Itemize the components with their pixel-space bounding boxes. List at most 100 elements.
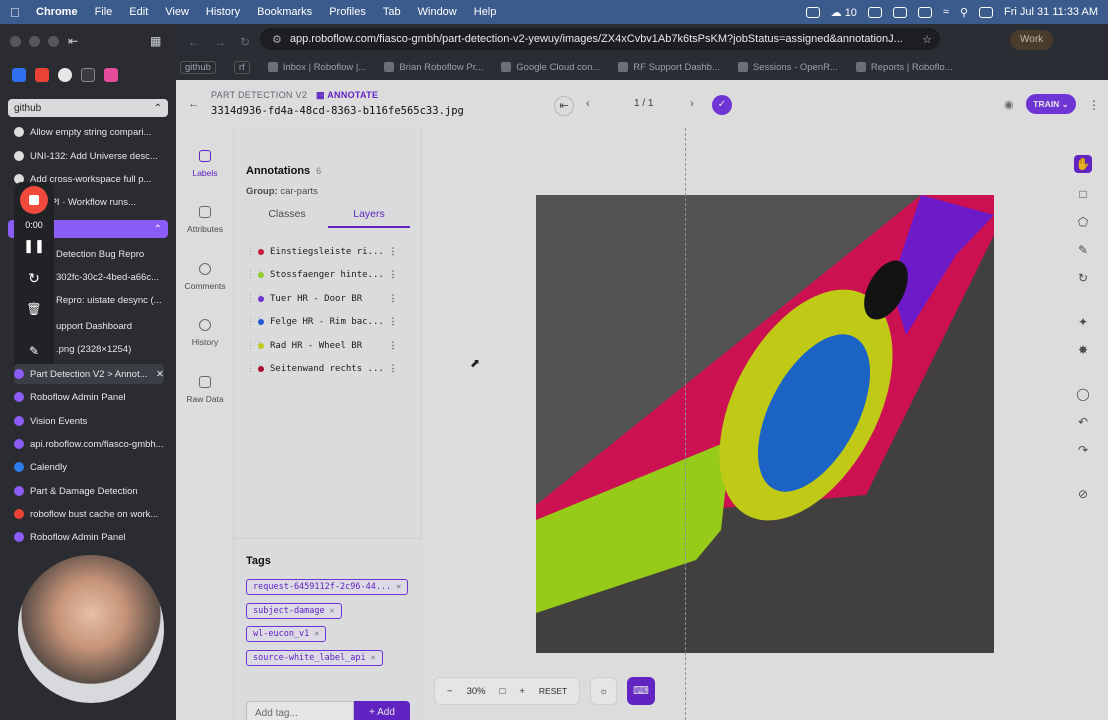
minimize-window-button[interactable] [29, 36, 40, 47]
drag-handle-icon[interactable]: ⋮⋮ [246, 364, 264, 374]
tag-chip[interactable]: request-6459112f-2c96-44... ✕ [246, 579, 409, 595]
menu-tab[interactable]: Tab [383, 6, 401, 18]
breadcrumb-project[interactable]: PART DETECTION V2 [211, 90, 307, 100]
wifi-icon[interactable]: ≈ [943, 6, 949, 18]
menu-app[interactable]: Chrome [36, 6, 78, 18]
rail-raw-data[interactable]: Raw Data [176, 376, 234, 404]
magic-wand-icon[interactable]: ✸ [1074, 341, 1092, 359]
annotation-menu-icon[interactable]: ⋮ [386, 247, 400, 257]
pan-hand-icon[interactable]: ✋ [1074, 155, 1092, 173]
bounding-box-icon[interactable]: □ [1074, 185, 1092, 203]
remove-tag-icon[interactable]: ✕ [314, 629, 319, 639]
tab[interactable]: UNI-132: Add Universe desc... [14, 146, 164, 166]
drag-handle-icon[interactable]: ⋮⋮ [246, 317, 264, 327]
annotation-canvas[interactable]: ⬈ − 30% □ + RESET ☼ ⌨ [422, 128, 1060, 720]
tab[interactable]: Allow empty string compari... [14, 122, 164, 142]
screen-icon[interactable] [805, 6, 820, 18]
menu-help[interactable]: Help [474, 6, 497, 18]
gmail-icon[interactable] [35, 68, 49, 82]
annotation-row[interactable]: ⋮⋮ Rad HR - Wheel BR ⋮ [246, 334, 416, 358]
tag-chip[interactable]: wl-eucon_v1 ✕ [246, 626, 327, 642]
zoom-window-button[interactable] [48, 36, 59, 47]
remove-tag-icon[interactable]: ✕ [371, 653, 376, 663]
comment-icon[interactable]: ◯ [1074, 385, 1092, 403]
chevron-up-icon[interactable]: ⌃ [154, 224, 162, 235]
bookmark[interactable]: github [180, 60, 216, 74]
annotation-menu-icon[interactable]: ⋮ [386, 317, 400, 327]
train-button[interactable]: TRAIN ⌄ [1026, 94, 1076, 114]
bookmark[interactable]: Brian Roboflow Pr... [384, 62, 483, 73]
tab[interactable]: .png (2328×1254) [56, 339, 166, 359]
site-settings-icon[interactable]: ⚙ [272, 33, 282, 46]
undo-icon[interactable]: ↶ [1074, 413, 1092, 431]
rail-labels[interactable]: Labels [176, 150, 234, 178]
calendar-icon[interactable] [12, 68, 26, 82]
menu-view[interactable]: View [165, 6, 189, 18]
tab[interactable]: Calendly [14, 457, 164, 477]
add-tag-input[interactable] [246, 701, 354, 720]
annotation-menu-icon[interactable]: ⋮ [386, 364, 400, 374]
close-tab-icon[interactable]: ✕ [156, 369, 164, 380]
redo-icon[interactable]: ↷ [1074, 441, 1092, 459]
hide-annotations-icon[interactable]: ⊘ [1074, 485, 1092, 503]
menu-window[interactable]: Window [418, 6, 457, 18]
drag-handle-icon[interactable]: ⋮⋮ [246, 270, 264, 280]
brightness-button[interactable]: ☼ [590, 677, 617, 705]
pen-icon[interactable]: ✎ [14, 344, 54, 358]
bookmark[interactable]: Inbox | Roboflow |... [267, 62, 366, 73]
tab[interactable]: Part & Damage Detection [14, 481, 164, 501]
annotation-row[interactable]: ⋮⋮ Seitenwand rechts ... ⋮ [246, 358, 416, 382]
tab[interactable]: api.roboflow.com/fiasco-gmbh... [14, 434, 164, 454]
menu-file[interactable]: File [95, 6, 113, 18]
annotation-menu-icon[interactable]: ⋮ [386, 270, 400, 280]
tab[interactable]: Roboflow Admin Panel [14, 387, 164, 407]
apple-icon[interactable]:  [10, 5, 24, 20]
annotation-row[interactable]: ⋮⋮ Felge HR - Rim bac... ⋮ [246, 311, 416, 335]
bookmark[interactable]: RF Support Dashb... [618, 62, 720, 73]
bookmark[interactable]: Google Cloud con... [501, 62, 600, 73]
brush-icon[interactable]: ✎ [1074, 241, 1092, 259]
zoom-in-icon[interactable]: + [519, 686, 525, 697]
close-window-button[interactable] [10, 36, 21, 47]
pause-icon[interactable]: ❚❚ [14, 238, 54, 254]
bluetooth-icon[interactable] [892, 6, 907, 18]
notion-icon[interactable] [81, 68, 95, 82]
remove-tag-icon[interactable]: ✕ [396, 582, 401, 592]
reload-icon[interactable]: ↻ [240, 35, 250, 49]
figma-icon[interactable] [104, 68, 118, 82]
rail-comments[interactable]: Comments [176, 263, 234, 291]
sidebar-toggle-icon[interactable]: ⇤ [68, 34, 78, 48]
drag-handle-icon[interactable]: ⋮⋮ [246, 341, 264, 351]
bookmark-star-icon[interactable]: ☆ [922, 33, 932, 46]
lock-icon[interactable]: □ [500, 686, 506, 697]
tab[interactable]: Detection Bug Repro [56, 244, 166, 264]
bookmark[interactable]: rf [233, 60, 250, 74]
zoom-out-icon[interactable]: − [447, 686, 453, 697]
tab-grid-icon[interactable]: ▦ [150, 34, 161, 48]
drag-handle-icon[interactable]: ⋮⋮ [246, 294, 264, 304]
tab-layers[interactable]: Layers [328, 208, 410, 228]
stop-recording-button[interactable] [20, 186, 48, 214]
annotation-row[interactable]: ⋮⋮ Stossfaenger hinte... ⋮ [246, 264, 416, 288]
tab-group-github[interactable]: github ⌃ [8, 99, 168, 117]
annotation-row[interactable]: ⋮⋮ Tuer HR - Door BR ⋮ [246, 287, 416, 311]
menu-history[interactable]: History [206, 6, 240, 18]
tab[interactable]: Vision Events [14, 411, 164, 431]
more-options-icon[interactable]: ⋮ [1088, 98, 1100, 112]
hide-icon[interactable]: ◉ [1004, 98, 1014, 111]
cloud-badge[interactable]: ☁ 10 [831, 6, 857, 19]
app-icon[interactable] [58, 68, 72, 82]
tab-active[interactable]: Part Detection V2 > Annot... ✕ [14, 364, 164, 384]
annotation-row[interactable]: ⋮⋮ Einstiegsleiste ri... ⋮ [246, 240, 416, 264]
collapse-icon[interactable]: ⇤ [554, 96, 574, 116]
menu-bookmarks[interactable]: Bookmarks [257, 6, 312, 18]
annotation-menu-icon[interactable]: ⋮ [386, 294, 400, 304]
tag-chip[interactable]: source-white_label_api ✕ [246, 650, 383, 666]
bookmark[interactable]: Reports | Roboflo... [855, 62, 953, 73]
add-tag-button[interactable]: + Add [354, 701, 410, 720]
annotated-image[interactable] [536, 195, 994, 653]
trash-icon[interactable]: 🗑 [14, 302, 54, 316]
menu-profiles[interactable]: Profiles [329, 6, 366, 18]
back-icon[interactable]: ← [188, 35, 200, 49]
clock[interactable]: Fri Jul 31 11:33 AM [1004, 6, 1098, 18]
